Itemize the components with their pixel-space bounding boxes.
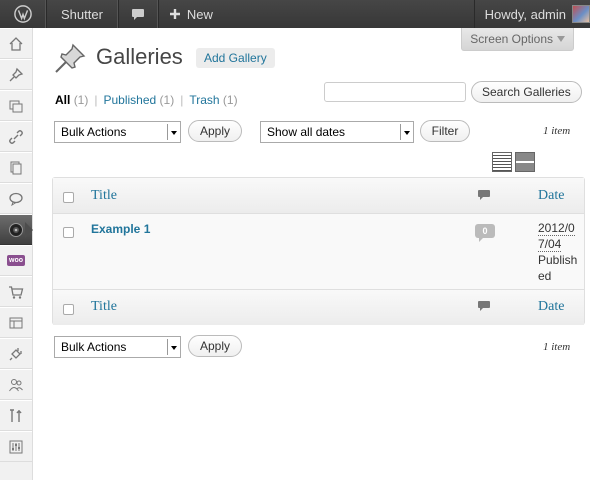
column-date-header[interactable]: Date <box>538 188 564 204</box>
filter-all-label: All <box>55 93 71 107</box>
menu-tools[interactable] <box>0 400 32 431</box>
comment-count-badge[interactable]: 0 <box>475 224 495 242</box>
settings-icon <box>9 440 23 453</box>
chevron-down-icon <box>400 124 412 140</box>
pin-icon <box>9 67 24 81</box>
speech-bubble-icon <box>131 8 144 20</box>
column-title-header[interactable]: Title <box>91 188 117 204</box>
pushpin-icon <box>55 43 86 73</box>
row-checkbox[interactable] <box>63 227 74 238</box>
filter-trash-label: Trash <box>189 93 220 107</box>
avatar <box>572 5 590 23</box>
page-title: Galleries <box>96 44 183 69</box>
column-date-footer[interactable]: Date <box>538 299 564 315</box>
cart-icon <box>9 285 24 299</box>
menu-comments[interactable] <box>0 183 32 214</box>
menu-galleries[interactable] <box>0 214 33 245</box>
comments-column-icon <box>478 190 490 200</box>
row-date: 2012/07/04 <box>538 221 575 252</box>
menu-media[interactable] <box>0 90 32 121</box>
list-view-icon[interactable] <box>492 152 512 172</box>
menu-appearance[interactable] <box>0 307 32 338</box>
search-input[interactable] <box>324 82 466 102</box>
filter-separator: | <box>180 93 184 107</box>
plus-icon <box>169 9 180 19</box>
add-gallery-button[interactable]: Add Gallery <box>196 48 275 68</box>
menu-settings[interactable] <box>0 431 32 462</box>
admin-menu: woo <box>0 28 33 480</box>
filter-all-count: (1) <box>73 93 89 107</box>
column-title-footer[interactable]: Title <box>91 299 117 315</box>
date-filter-select[interactable]: Show all dates <box>260 121 414 143</box>
excerpt-view-icon[interactable] <box>515 152 535 172</box>
site-name-link[interactable]: Shutter <box>46 0 118 28</box>
menu-woocommerce[interactable]: woo <box>0 245 32 276</box>
chevron-down-icon <box>167 124 179 140</box>
filter-published[interactable]: Published (1) <box>103 93 174 107</box>
comments-column-icon <box>478 301 490 311</box>
wordpress-logo-button[interactable] <box>0 0 46 28</box>
item-count-bottom: 1 item <box>543 341 571 353</box>
menu-links[interactable] <box>0 121 32 152</box>
filter-published-count: (1) <box>159 93 175 107</box>
select-all-checkbox-footer[interactable] <box>63 304 74 315</box>
plugins-icon <box>9 347 22 360</box>
appearance-icon <box>9 317 23 328</box>
filter-separator: | <box>94 93 98 107</box>
howdy-text: Howdy, admin <box>484 6 566 22</box>
my-account-menu[interactable]: Howdy, admin <box>473 0 590 28</box>
bulk-actions-select-bottom[interactable]: Bulk Actions <box>54 336 181 358</box>
menu-products[interactable] <box>0 276 32 307</box>
tools-icon <box>10 408 22 422</box>
menu-dashboard[interactable] <box>0 28 32 59</box>
select-all-checkbox[interactable] <box>63 192 74 203</box>
media-icon <box>9 100 23 112</box>
date-filter-value: Show all dates <box>267 125 346 139</box>
filter-published-label: Published <box>103 93 157 107</box>
filter-trash[interactable]: Trash (1) <box>189 93 237 107</box>
users-icon <box>9 378 23 391</box>
site-name: Shutter <box>61 6 103 22</box>
comments-icon <box>9 192 23 206</box>
item-count-top: 1 item <box>543 125 571 137</box>
admin-bar: Shutter New Howdy, admin <box>0 0 590 28</box>
menu-users[interactable] <box>0 369 32 400</box>
apply-button-bottom[interactable]: Apply <box>188 335 242 357</box>
galleries-icon <box>9 222 23 237</box>
table-footer: Title Date <box>53 289 584 325</box>
pages-icon <box>10 161 22 174</box>
new-content-button[interactable]: New <box>157 0 223 28</box>
menu-plugins[interactable] <box>0 338 32 369</box>
table-row: Example 1 0 2012/07/04 Published <box>53 214 584 289</box>
filter-button[interactable]: Filter <box>420 120 470 142</box>
triangle-down-icon <box>557 36 565 42</box>
galleries-table: Title Date Example 1 0 2012/07/04 Publis… <box>52 177 585 325</box>
screen-options-button[interactable]: Screen Options <box>461 28 574 51</box>
links-icon <box>9 129 23 144</box>
chevron-down-icon <box>167 339 179 355</box>
status-filters: All (1) | Published (1) | Trash (1) <box>55 93 238 107</box>
row-status: Published <box>538 253 578 283</box>
bulk-actions-select-top[interactable]: Bulk Actions <box>54 121 181 143</box>
menu-pages[interactable] <box>0 152 32 183</box>
apply-button-top[interactable]: Apply <box>188 120 242 142</box>
filter-trash-count: (1) <box>222 93 238 107</box>
new-label: New <box>186 6 213 22</box>
filter-all[interactable]: All (1) <box>55 93 88 107</box>
dashboard-icon <box>9 36 23 51</box>
screen-options-label: Screen Options <box>470 32 553 46</box>
comments-link[interactable] <box>117 0 158 28</box>
woocommerce-icon: woo <box>7 255 25 266</box>
search-galleries-button[interactable]: Search Galleries <box>471 81 582 103</box>
row-date-cell: 2012/07/04 Published <box>538 220 578 284</box>
menu-posts[interactable] <box>0 59 32 90</box>
row-title-link[interactable]: Example 1 <box>91 222 150 236</box>
table-header: Title Date <box>53 178 584 214</box>
bulk-actions-value: Bulk Actions <box>61 125 127 139</box>
wordpress-icon <box>13 5 32 23</box>
bulk-actions-value: Bulk Actions <box>61 340 127 354</box>
